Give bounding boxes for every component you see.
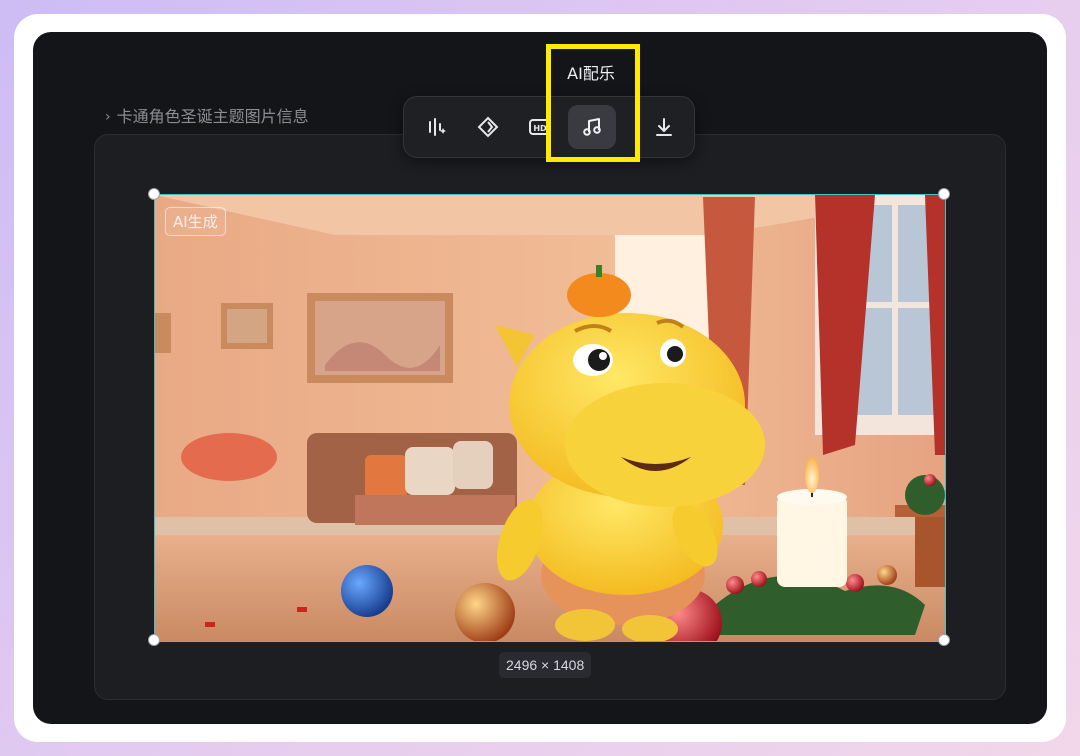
- ai-generated-badge: AI生成: [165, 207, 226, 236]
- download-button[interactable]: [640, 105, 688, 149]
- diamond-icon: [477, 116, 499, 138]
- resize-handle-bottom-left[interactable]: [148, 634, 160, 646]
- image-dimensions: 2496 × 1408: [499, 652, 592, 678]
- chevron-right-icon: ›: [105, 109, 111, 125]
- image-toolbar: HD: [403, 96, 695, 158]
- hd-label: HD: [533, 124, 547, 133]
- resize-handle-top-left[interactable]: [148, 188, 160, 200]
- generated-image[interactable]: AI生成: [154, 194, 946, 642]
- ai-music-button[interactable]: [568, 105, 616, 149]
- music-note-icon: [583, 118, 601, 136]
- cartoon-christmas-scene: [155, 195, 945, 641]
- ai-music-tooltip: AI配乐: [567, 64, 615, 83]
- hd-icon: HD: [529, 119, 551, 135]
- hd-upscale-button[interactable]: HD: [516, 105, 564, 149]
- breadcrumb[interactable]: › 卡通角色圣诞主题图片信息: [105, 107, 309, 127]
- app-window: › 卡通角色圣诞主题图片信息 AI生成 2496 × 1408 HD AI配乐: [33, 32, 1047, 724]
- download-icon: [656, 118, 672, 136]
- sparkle-wand-icon: [429, 118, 446, 136]
- resize-handle-bottom-right[interactable]: [938, 634, 950, 646]
- ai-enhance-button[interactable]: [412, 105, 460, 149]
- diamond-tool-button[interactable]: [464, 105, 512, 149]
- resize-handle-top-right[interactable]: [938, 188, 950, 200]
- breadcrumb-title: 卡通角色圣诞主题图片信息: [116, 107, 309, 126]
